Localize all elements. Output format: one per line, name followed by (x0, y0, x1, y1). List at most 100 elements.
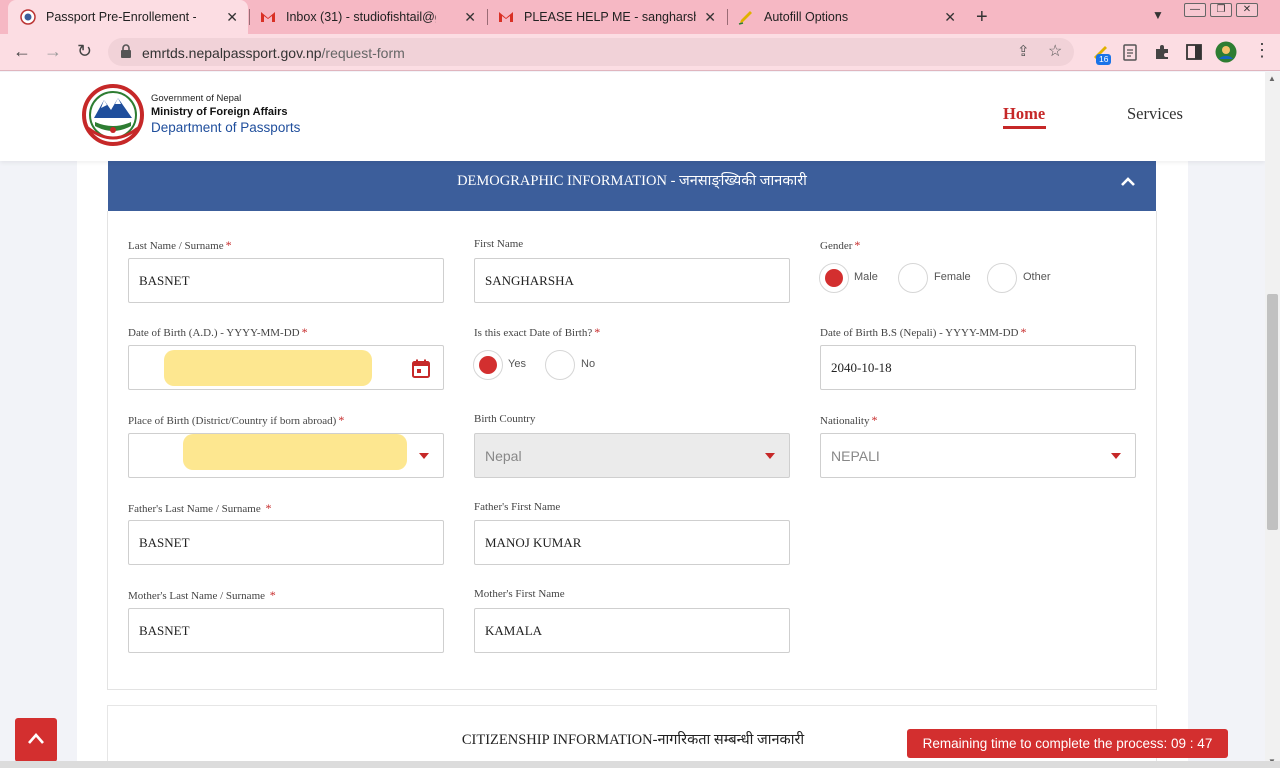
field-value: NEPALI (831, 448, 880, 464)
label-text: Date of Birth (A.D.) - YYYY-MM-DD (128, 327, 300, 339)
place-of-birth-select[interactable] (128, 433, 444, 478)
nationality-select[interactable]: NEPALI (820, 433, 1136, 478)
mother-first-name-label: Mother's First Name (474, 588, 565, 600)
tab-gmail-inbox[interactable]: Inbox (31) - studiofishtail@gmail.com ✕ (250, 0, 486, 34)
side-panel-icon[interactable] (1184, 42, 1204, 62)
os-taskbar (0, 761, 1280, 768)
required-asterisk: * (269, 588, 276, 602)
label-text: Gender (820, 240, 853, 252)
dropdown-caret-icon[interactable] (419, 453, 429, 459)
url-text: emrtds.nepalpassport.gov.np/request-form (142, 45, 405, 61)
profile-avatar[interactable] (1215, 41, 1237, 63)
extensions-puzzle-icon[interactable] (1152, 42, 1172, 62)
exact-dob-label: Is this exact Date of Birth? * (474, 325, 600, 340)
demographic-section-header[interactable]: DEMOGRAPHIC INFORMATION - जनसाङ्ख्यिकी ज… (108, 161, 1156, 211)
new-tab-plus-icon[interactable]: + (976, 6, 988, 29)
section-title: DEMOGRAPHIC INFORMATION - जनसाङ्ख्यिकी ज… (457, 173, 807, 189)
radio-selected-dot (825, 269, 843, 287)
address-bar[interactable]: emrtds.nepalpassport.gov.np/request-form… (108, 38, 1074, 66)
field-value: BASNET (139, 623, 190, 638)
last-name-input[interactable]: BASNET (128, 258, 444, 303)
browser-menu-kebab-icon[interactable]: ⋮ (1253, 40, 1271, 61)
field-value: Nepal (485, 448, 522, 464)
required-asterisk: * (265, 501, 272, 515)
close-window-icon[interactable]: ✕ (1236, 3, 1258, 17)
gender-label: Gender * (820, 238, 860, 253)
dob-bs-input[interactable]: 2040-10-18 (820, 345, 1136, 390)
father-first-name-input[interactable]: MANOJ KUMAR (474, 520, 790, 565)
reload-icon[interactable]: ↻ (77, 41, 92, 62)
tab-gmail-help[interactable]: PLEASE HELP ME - sangharshabasnet ✕ (488, 0, 726, 34)
nationality-label: Nationality * (820, 413, 878, 428)
forward-arrow-icon[interactable]: → (44, 41, 62, 62)
scroll-up-arrow-icon[interactable]: ▲ (1268, 74, 1276, 83)
mother-last-name-input[interactable]: BASNET (128, 608, 444, 653)
page-scrollbar[interactable]: ▲ ▼ (1265, 72, 1280, 768)
gender-female-label: Female (934, 271, 971, 283)
dob-bs-label: Date of Birth B.S (Nepali) - YYYY-MM-DD * (820, 325, 1026, 340)
label-text: Father's Last Name / Surname (128, 503, 261, 515)
nav-services-link[interactable]: Services (1127, 104, 1183, 124)
birth-country-label: Birth Country (474, 413, 536, 425)
close-tab-icon[interactable]: ✕ (464, 9, 476, 26)
extension-badge: 16 (1096, 54, 1112, 65)
nepal-emblem-logo-icon[interactable] (80, 84, 146, 146)
remaining-time-banner: Remaining time to complete the process: … (907, 729, 1228, 758)
dob-ad-input[interactable] (128, 345, 444, 390)
birth-country-select: Nepal (474, 433, 790, 478)
gender-male-radio[interactable] (819, 263, 849, 293)
nav-home-link[interactable]: Home (1003, 104, 1045, 124)
close-tab-icon[interactable]: ✕ (226, 9, 238, 26)
back-to-top-button[interactable] (15, 718, 57, 762)
bookmark-star-icon[interactable]: ☆ (1048, 41, 1062, 61)
label-text: Nationality (820, 415, 870, 427)
field-value: SANGHARSHA (485, 273, 574, 288)
passport-favicon-icon (20, 9, 36, 25)
tab-autofill-options[interactable]: Autofill Options ✕ (728, 0, 966, 34)
browser-tab-strip: Passport Pre-Enrollement - NEPAL ✕ Inbox… (0, 0, 1280, 34)
father-first-name-label: Father's First Name (474, 501, 561, 513)
dropdown-caret-icon[interactable] (1111, 453, 1121, 459)
field-value: KAMALA (485, 623, 543, 638)
exact-dob-yes-radio[interactable] (473, 350, 503, 380)
gender-other-label: Other (1023, 271, 1051, 283)
tab-search-chevron-icon[interactable]: ▼ (1152, 8, 1164, 22)
required-asterisk: * (1020, 325, 1027, 339)
required-asterisk: * (301, 325, 308, 339)
mother-first-name-input[interactable]: KAMALA (474, 608, 790, 653)
calendar-icon[interactable] (412, 359, 430, 378)
minimize-window-icon[interactable]: — (1184, 3, 1206, 17)
close-tab-icon[interactable]: ✕ (944, 9, 956, 26)
label-text: Date of Birth B.S (Nepali) - YYYY-MM-DD (820, 327, 1019, 339)
share-icon[interactable]: ⇪ (1017, 42, 1030, 60)
gender-female-radio[interactable] (898, 263, 928, 293)
required-asterisk: * (338, 413, 345, 427)
scrollbar-thumb[interactable] (1267, 294, 1278, 530)
redaction-highlight (164, 350, 372, 386)
dropdown-caret-icon (765, 453, 775, 459)
exact-dob-no-radio[interactable] (545, 350, 575, 380)
field-value: BASNET (139, 273, 190, 288)
close-tab-icon[interactable]: ✕ (704, 9, 716, 26)
site-header: Government of Nepal Ministry of Foreign … (0, 72, 1265, 161)
browser-toolbar: ← → ↻ emrtds.nepalpassport.gov.np/reques… (0, 34, 1280, 71)
place-of-birth-label: Place of Birth (District/Country if born… (128, 413, 344, 428)
gender-other-radio[interactable] (987, 263, 1017, 293)
collapse-chevron-up-icon[interactable] (1119, 173, 1137, 191)
tab-title: PLEASE HELP ME - sangharshabasnet (524, 10, 696, 24)
clipboard-extension-icon[interactable] (1120, 42, 1140, 62)
restore-window-icon[interactable]: ❐ (1210, 3, 1232, 17)
tab-passport-pre-enrollment[interactable]: Passport Pre-Enrollement - NEPAL ✕ (8, 0, 248, 34)
field-value: 2040-10-18 (831, 360, 892, 375)
label-text: Mother's Last Name / Surname (128, 590, 266, 602)
first-name-label: First Name (474, 238, 524, 250)
first-name-input[interactable]: SANGHARSHA (474, 258, 790, 303)
gmail-icon (261, 12, 275, 22)
autofill-pen-icon (738, 11, 752, 25)
lock-icon[interactable] (120, 44, 132, 58)
back-arrow-icon[interactable]: ← (13, 41, 31, 62)
government-label: Government of Nepal (151, 93, 242, 104)
url-host: emrtds.nepalpassport.gov.np (142, 45, 322, 61)
exact-dob-yes-label: Yes (508, 358, 526, 370)
father-last-name-input[interactable]: BASNET (128, 520, 444, 565)
